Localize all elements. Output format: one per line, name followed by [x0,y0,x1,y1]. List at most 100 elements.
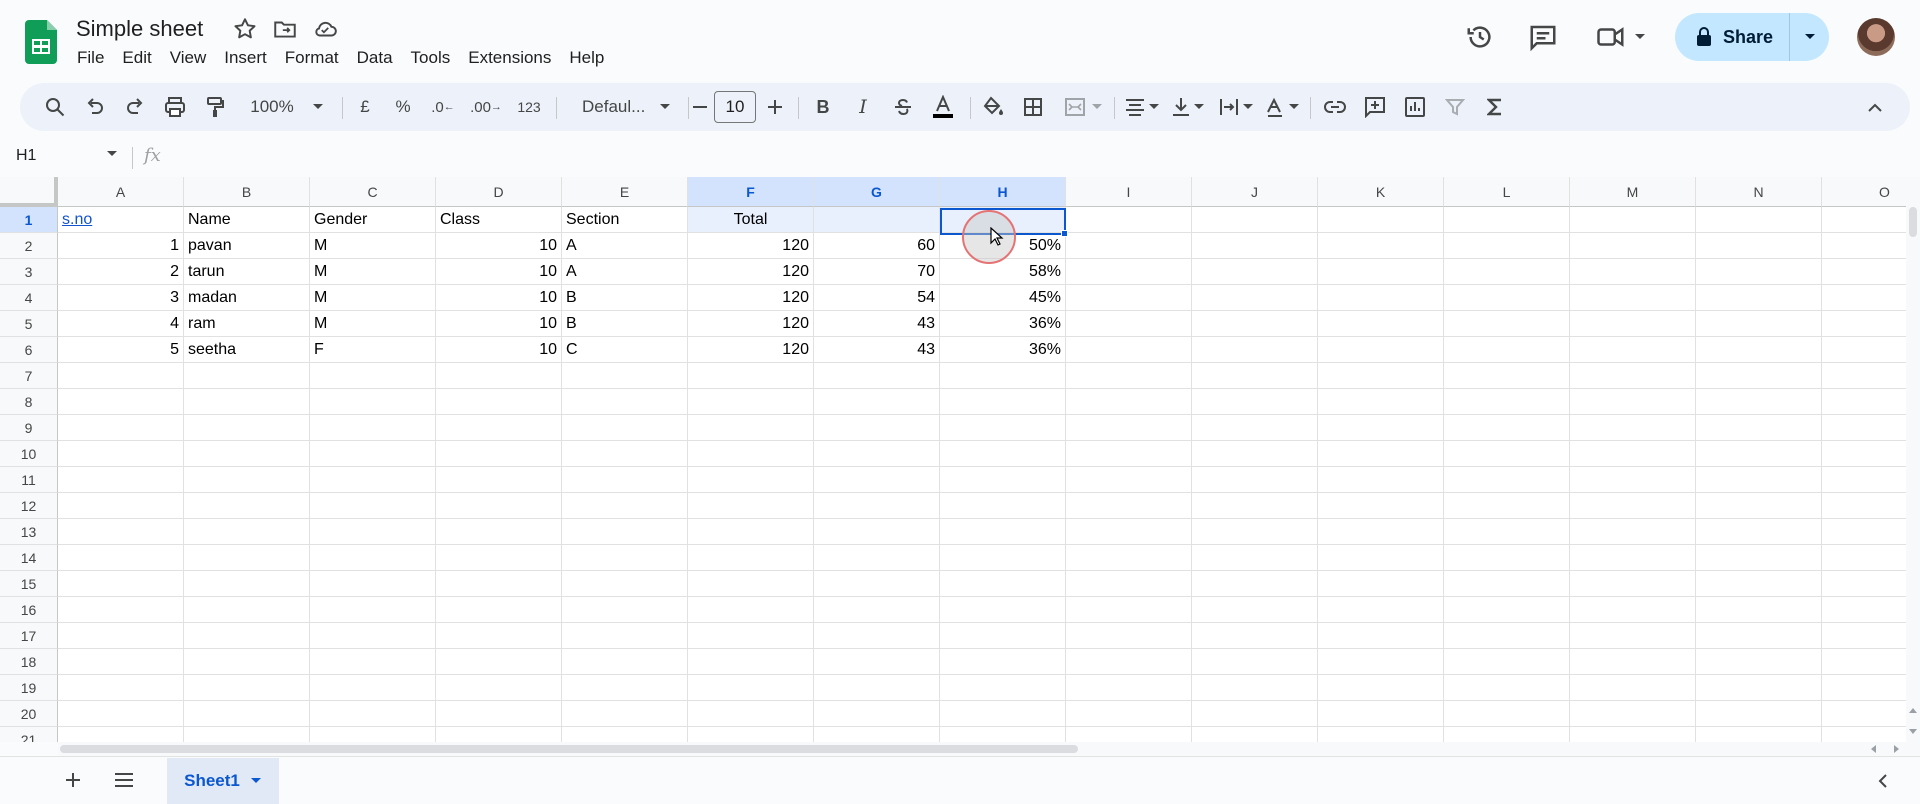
cell-n14[interactable] [1696,545,1822,571]
cell-m3[interactable] [1570,259,1696,285]
cell-g3[interactable]: 70 [814,259,940,285]
cell-d6[interactable]: 10 [436,337,562,363]
column-header-j[interactable]: J [1192,177,1318,207]
borders-button[interactable] [1016,83,1050,131]
cell-e20[interactable] [562,701,688,727]
cell-l12[interactable] [1444,493,1570,519]
share-button[interactable]: Share [1675,13,1789,61]
cell-k13[interactable] [1318,519,1444,545]
cell-h10[interactable] [940,441,1066,467]
cell-i14[interactable] [1066,545,1192,571]
cell-m2[interactable] [1570,233,1696,259]
horizontal-align-button[interactable] [1120,83,1164,131]
cell-g18[interactable] [814,649,940,675]
row-header-1[interactable]: 1 [0,207,58,233]
cell-f8[interactable] [688,389,814,415]
column-header-f[interactable]: F [688,177,814,207]
row-header-20[interactable]: 20 [0,701,58,727]
row-header-21[interactable]: 21 [0,727,58,742]
horizontal-scroll-thumb[interactable] [60,745,1078,753]
bold-button[interactable]: B [806,83,840,131]
cell-b4[interactable]: madan [184,285,310,311]
meet-video-icon[interactable] [1596,22,1626,52]
cell-a4[interactable]: 3 [58,285,184,311]
paint-format-button[interactable] [198,83,232,131]
cell-c8[interactable] [310,389,436,415]
formula-input[interactable] [180,143,1880,173]
cell-k9[interactable] [1318,415,1444,441]
add-sheet-button[interactable] [64,771,82,794]
cell-a2[interactable]: 1 [58,233,184,259]
cell-i11[interactable] [1066,467,1192,493]
row-header-4[interactable]: 4 [0,285,58,311]
cell-a7[interactable] [58,363,184,389]
cell-f10[interactable] [688,441,814,467]
cell-m10[interactable] [1570,441,1696,467]
cell-e4[interactable]: B [562,285,688,311]
cell-a13[interactable] [58,519,184,545]
cell-f9[interactable] [688,415,814,441]
meet-caret-icon[interactable] [1634,33,1646,41]
cell-i4[interactable] [1066,285,1192,311]
cell-f2[interactable]: 120 [688,233,814,259]
cell-h7[interactable] [940,363,1066,389]
cell-f16[interactable] [688,597,814,623]
cell-f19[interactable] [688,675,814,701]
row-header-18[interactable]: 18 [0,649,58,675]
cell-g11[interactable] [814,467,940,493]
currency-format-button[interactable]: £ [350,83,380,131]
cell-h11[interactable] [940,467,1066,493]
cell-c2[interactable]: M [310,233,436,259]
cell-l16[interactable] [1444,597,1570,623]
cell-a12[interactable] [58,493,184,519]
cell-l2[interactable] [1444,233,1570,259]
cell-h17[interactable] [940,623,1066,649]
column-header-a[interactable]: A [58,177,184,207]
cell-e2[interactable]: A [562,233,688,259]
cell-b17[interactable] [184,623,310,649]
cell-a8[interactable] [58,389,184,415]
cell-g14[interactable] [814,545,940,571]
row-header-13[interactable]: 13 [0,519,58,545]
menu-insert[interactable]: Insert [215,46,276,70]
cell-c1[interactable]: Gender [310,207,436,233]
cell-f12[interactable] [688,493,814,519]
hide-menus-button[interactable] [1858,83,1892,131]
cell-l11[interactable] [1444,467,1570,493]
cell-n12[interactable] [1696,493,1822,519]
row-header-6[interactable]: 6 [0,337,58,363]
cell-m20[interactable] [1570,701,1696,727]
cell-c21[interactable] [310,727,436,742]
horizontal-scrollbar[interactable] [58,742,1920,756]
cell-f13[interactable] [688,519,814,545]
decrease-font-size-button[interactable] [685,83,715,131]
cell-j19[interactable] [1192,675,1318,701]
cell-h19[interactable] [940,675,1066,701]
cell-h5[interactable]: 36% [940,311,1066,337]
insert-link-button[interactable] [1318,83,1352,131]
menu-file[interactable]: File [68,46,113,70]
cell-d16[interactable] [436,597,562,623]
cell-a10[interactable] [58,441,184,467]
cell-j11[interactable] [1192,467,1318,493]
cell-m6[interactable] [1570,337,1696,363]
cell-a20[interactable] [58,701,184,727]
column-header-l[interactable]: L [1444,177,1570,207]
cell-g8[interactable] [814,389,940,415]
column-header-e[interactable]: E [562,177,688,207]
cell-g4[interactable]: 54 [814,285,940,311]
cell-d7[interactable] [436,363,562,389]
cell-b10[interactable] [184,441,310,467]
cell-c9[interactable] [310,415,436,441]
cell-f7[interactable] [688,363,814,389]
row-header-11[interactable]: 11 [0,467,58,493]
cell-f11[interactable] [688,467,814,493]
cell-n7[interactable] [1696,363,1822,389]
cell-n17[interactable] [1696,623,1822,649]
functions-button[interactable] [1478,83,1512,131]
cell-e17[interactable] [562,623,688,649]
cell-h8[interactable] [940,389,1066,415]
row-header-17[interactable]: 17 [0,623,58,649]
cell-j5[interactable] [1192,311,1318,337]
cell-i20[interactable] [1066,701,1192,727]
